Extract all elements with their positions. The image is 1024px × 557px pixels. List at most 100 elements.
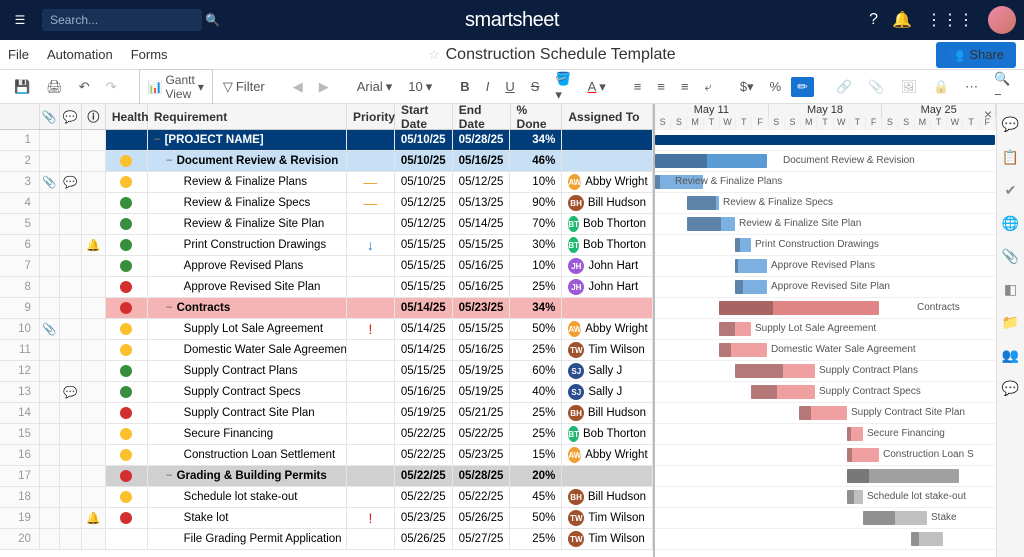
row-attachment[interactable] bbox=[40, 382, 60, 402]
row-number[interactable]: 19 bbox=[0, 508, 40, 528]
gantt-bar[interactable] bbox=[655, 135, 995, 145]
row-number[interactable]: 7 bbox=[0, 256, 40, 276]
cell-done[interactable]: 30% bbox=[510, 235, 562, 255]
table-row[interactable]: 16Construction Loan Settlement05/22/2505… bbox=[0, 445, 653, 466]
table-row[interactable]: 14Supply Contract Site Plan05/19/2505/21… bbox=[0, 403, 653, 424]
cell-assigned[interactable]: BHBill Hudson bbox=[562, 403, 653, 423]
row-conversation[interactable] bbox=[60, 445, 82, 465]
cell-priority[interactable]: ! bbox=[347, 508, 395, 528]
view-selector[interactable]: 📊 Gantt View ▾ bbox=[139, 69, 213, 105]
row-reminder[interactable] bbox=[82, 172, 106, 192]
cell-health[interactable] bbox=[106, 424, 148, 444]
italic-icon[interactable]: I bbox=[480, 75, 496, 98]
header-priority[interactable]: Priority bbox=[347, 104, 395, 129]
row-reminder[interactable] bbox=[82, 340, 106, 360]
row-number[interactable]: 3 bbox=[0, 172, 40, 192]
row-reminder[interactable] bbox=[82, 382, 106, 402]
cell-start-date[interactable]: 05/15/25 bbox=[395, 235, 453, 255]
row-attachment[interactable] bbox=[40, 277, 60, 297]
cell-assigned[interactable]: SJSally J bbox=[562, 361, 653, 381]
cell-done[interactable]: 45% bbox=[510, 487, 562, 507]
cell-start-date[interactable]: 05/22/25 bbox=[395, 487, 453, 507]
notifications-icon[interactable]: 🔔 bbox=[892, 10, 912, 30]
row-attachment[interactable] bbox=[40, 235, 60, 255]
row-number[interactable]: 20 bbox=[0, 529, 40, 549]
row-attachment[interactable] bbox=[40, 193, 60, 213]
header-health[interactable]: Health bbox=[106, 104, 148, 129]
cell-requirement[interactable]: Approve Revised Plans bbox=[148, 256, 347, 276]
cell-health[interactable] bbox=[106, 445, 148, 465]
cell-health[interactable] bbox=[106, 235, 148, 255]
row-number[interactable]: 13 bbox=[0, 382, 40, 402]
cell-end-date[interactable]: 05/15/25 bbox=[453, 235, 511, 255]
header-done[interactable]: % Done bbox=[511, 104, 563, 129]
cell-assigned[interactable]: TWTim Wilson bbox=[562, 508, 653, 528]
expand-icon[interactable]: − bbox=[154, 134, 161, 147]
cell-done[interactable]: 10% bbox=[510, 172, 562, 192]
cell-start-date[interactable]: 05/15/25 bbox=[395, 277, 453, 297]
font-selector[interactable]: Arial ▾ bbox=[351, 75, 399, 99]
indent-icon[interactable]: ▶ bbox=[313, 75, 335, 99]
row-attachment[interactable] bbox=[40, 445, 60, 465]
help-icon[interactable]: ? bbox=[869, 11, 878, 29]
gantt-bar[interactable] bbox=[847, 469, 959, 483]
gantt-bar[interactable] bbox=[911, 532, 943, 546]
cell-end-date[interactable]: 05/23/25 bbox=[453, 445, 511, 465]
cell-end-date[interactable]: 05/28/25 bbox=[453, 130, 511, 150]
table-row[interactable]: 18Schedule lot stake-out05/22/2505/22/25… bbox=[0, 487, 653, 508]
cell-start-date[interactable]: 05/10/25 bbox=[395, 172, 453, 192]
table-row[interactable]: 12Supply Contract Plans05/15/2505/19/256… bbox=[0, 361, 653, 382]
cell-end-date[interactable]: 05/16/25 bbox=[453, 151, 511, 171]
row-conversation[interactable]: 💬 bbox=[60, 172, 82, 192]
cell-priority[interactable] bbox=[347, 466, 395, 486]
gantt-row[interactable]: Supply Contract Site Plan bbox=[655, 403, 996, 424]
row-reminder[interactable]: 🔔 bbox=[82, 235, 106, 255]
cell-assigned[interactable] bbox=[562, 298, 653, 318]
cell-done[interactable]: 10% bbox=[510, 256, 562, 276]
cell-priority[interactable] bbox=[347, 529, 395, 549]
cell-requirement[interactable]: Supply Contract Plans bbox=[148, 361, 347, 381]
row-reminder[interactable] bbox=[82, 298, 106, 318]
more-icon[interactable]: ⋯ bbox=[959, 75, 984, 99]
cell-done[interactable]: 15% bbox=[510, 445, 562, 465]
table-row[interactable]: 17−Grading & Building Permits05/22/2505/… bbox=[0, 466, 653, 487]
gantt-bar[interactable] bbox=[751, 385, 815, 399]
cell-requirement[interactable]: File Grading Permit Application bbox=[148, 529, 347, 549]
table-row[interactable]: 13💬Supply Contract Specs05/16/2505/19/25… bbox=[0, 382, 653, 403]
row-attachment[interactable] bbox=[40, 361, 60, 381]
cell-assigned[interactable]: AWAbby Wright bbox=[562, 319, 653, 339]
gantt-bar[interactable] bbox=[719, 301, 879, 315]
cell-priority[interactable]: — bbox=[347, 172, 395, 192]
row-conversation[interactable] bbox=[60, 508, 82, 528]
cell-requirement[interactable]: Supply Contract Specs bbox=[148, 382, 347, 402]
cell-priority[interactable] bbox=[347, 382, 395, 402]
row-reminder[interactable] bbox=[82, 403, 106, 423]
cell-end-date[interactable]: 05/19/25 bbox=[453, 382, 511, 402]
gantt-bar[interactable] bbox=[687, 196, 719, 210]
cell-end-date[interactable]: 05/12/25 bbox=[453, 172, 511, 192]
cell-assigned[interactable]: TWTim Wilson bbox=[562, 529, 653, 549]
cell-start-date[interactable]: 05/10/25 bbox=[395, 130, 453, 150]
row-reminder[interactable] bbox=[82, 487, 106, 507]
cell-done[interactable]: 25% bbox=[510, 403, 562, 423]
gantt-row[interactable]: Supply Lot Sale Agreement bbox=[655, 319, 996, 340]
cell-end-date[interactable]: 05/26/25 bbox=[453, 508, 511, 528]
gantt-row[interactable]: Contracts bbox=[655, 298, 996, 319]
fill-color-icon[interactable]: 🪣▾ bbox=[549, 67, 577, 107]
row-attachment[interactable]: 📎 bbox=[40, 172, 60, 192]
expand-icon[interactable]: − bbox=[166, 302, 173, 315]
table-row[interactable]: 20File Grading Permit Application05/26/2… bbox=[0, 529, 653, 550]
align-center-icon[interactable]: ≡ bbox=[651, 75, 671, 98]
cell-priority[interactable] bbox=[347, 298, 395, 318]
row-conversation[interactable] bbox=[60, 361, 82, 381]
cell-priority[interactable]: ↓ bbox=[347, 235, 395, 255]
row-attachment[interactable]: 📎 bbox=[40, 319, 60, 339]
cell-done[interactable]: 34% bbox=[510, 130, 562, 150]
gantt-bar[interactable] bbox=[799, 406, 847, 420]
row-attachment[interactable] bbox=[40, 487, 60, 507]
row-reminder[interactable] bbox=[82, 529, 106, 549]
header-end-date[interactable]: End Date bbox=[453, 104, 511, 129]
gantt-bar[interactable] bbox=[863, 511, 927, 525]
row-attachment[interactable] bbox=[40, 403, 60, 423]
row-conversation[interactable] bbox=[60, 256, 82, 276]
